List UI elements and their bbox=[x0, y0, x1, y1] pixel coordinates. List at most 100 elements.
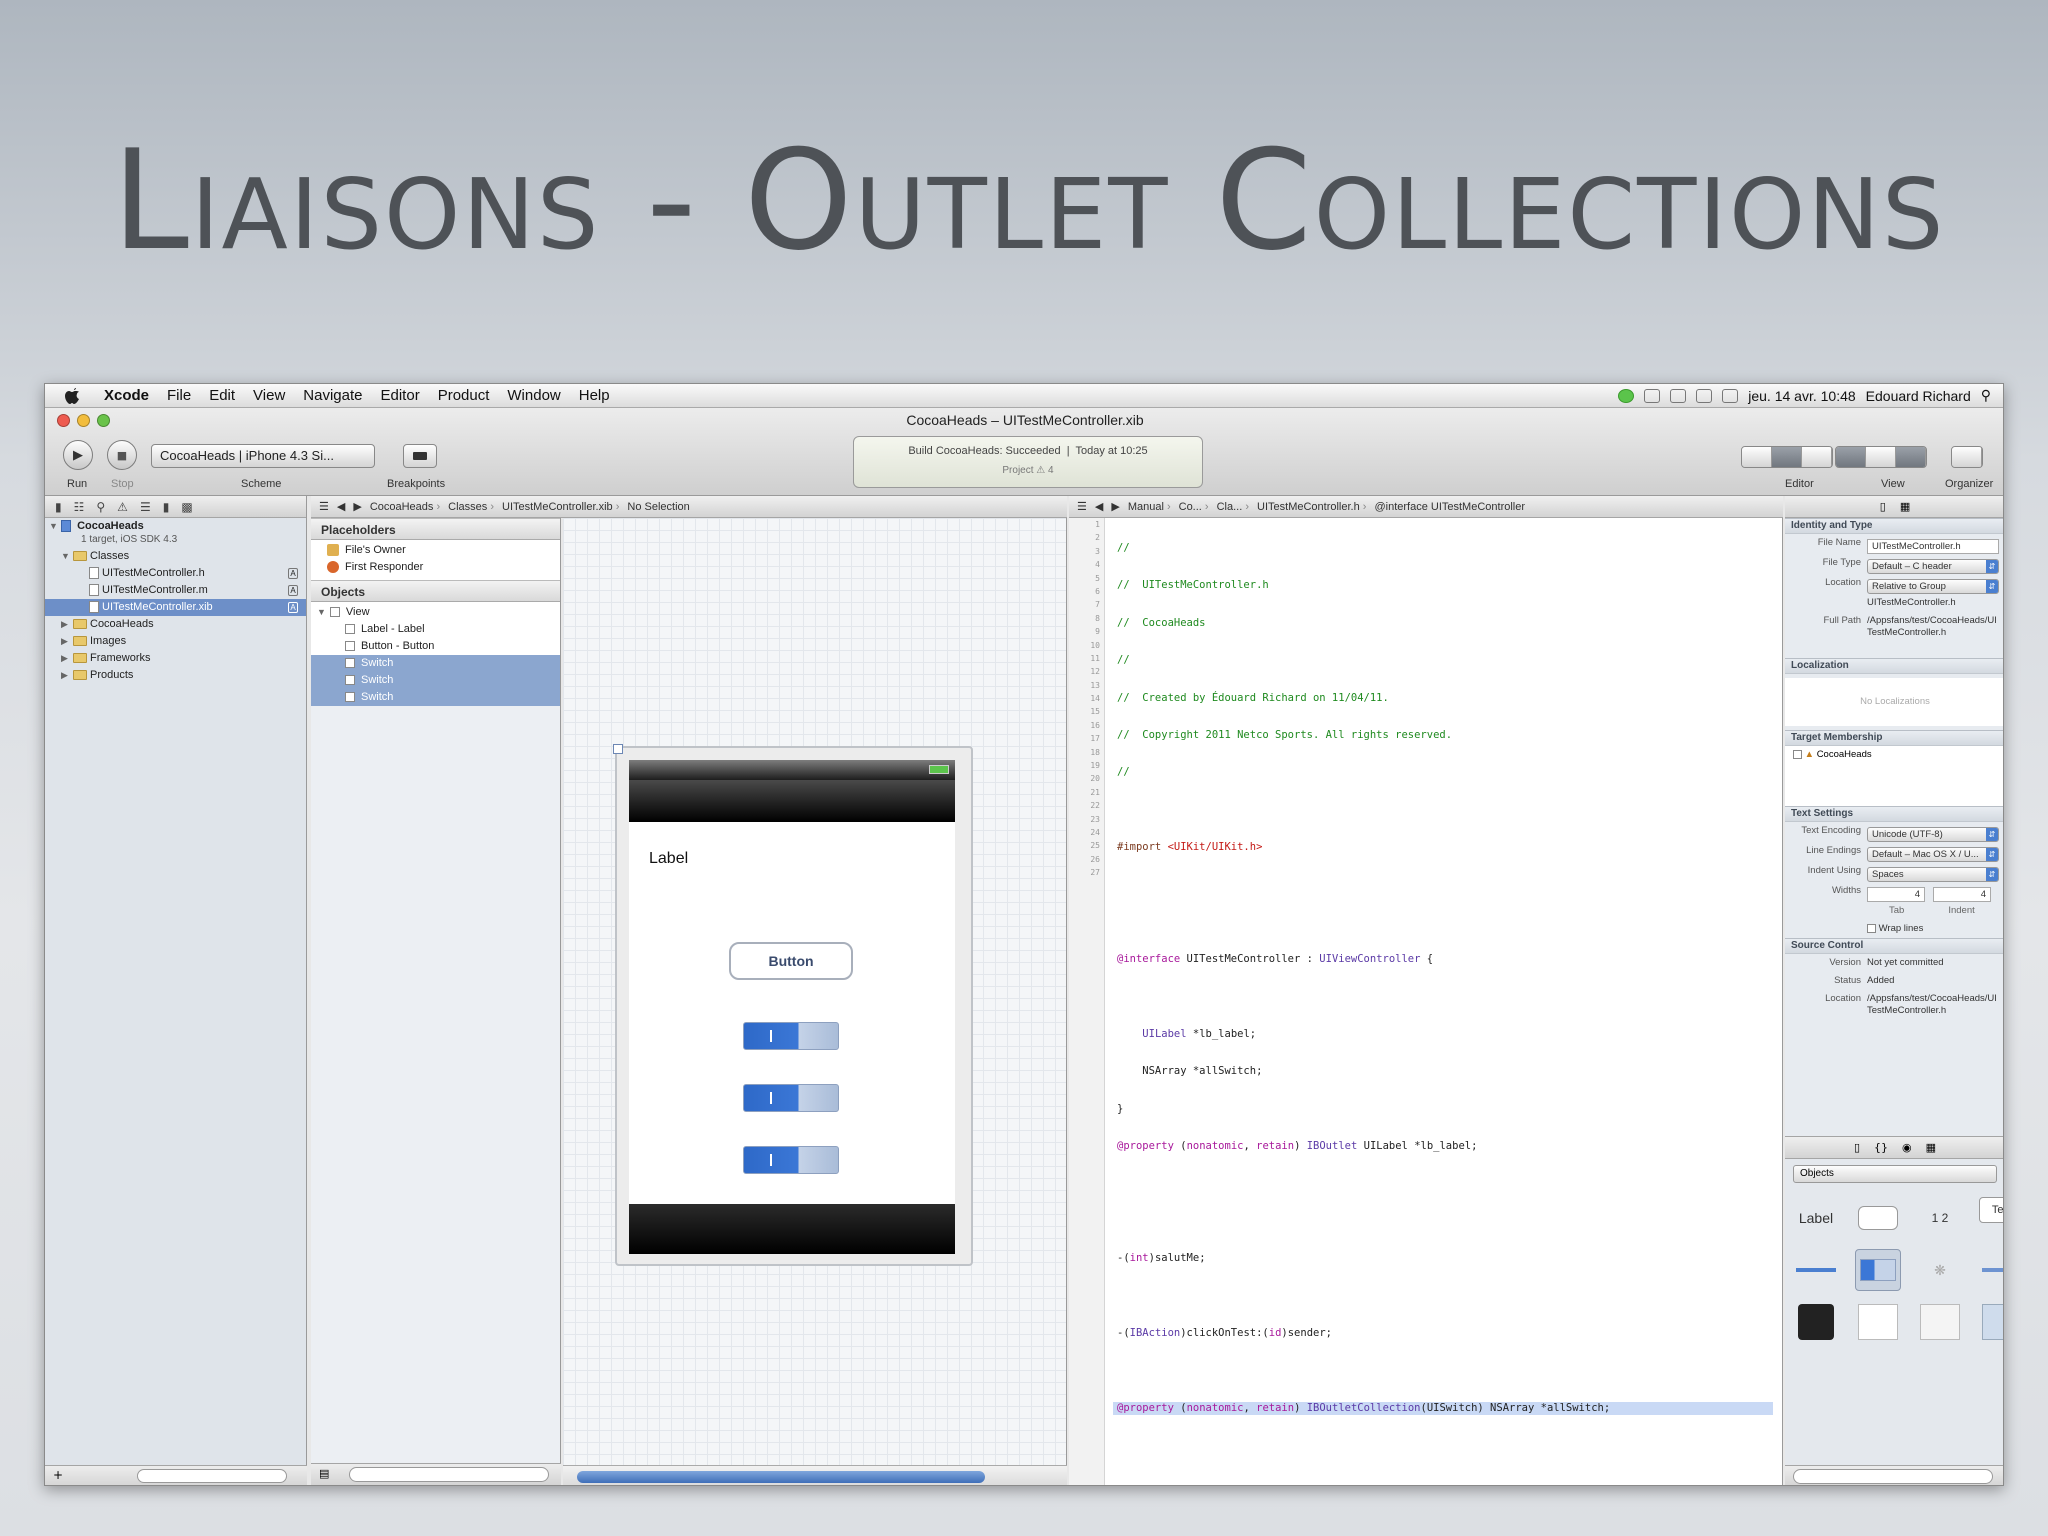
outline-button-item[interactable]: Button - Button bbox=[311, 638, 560, 655]
back-icon[interactable]: ◀ bbox=[337, 500, 345, 513]
warning-icon[interactable]: ⚠ bbox=[117, 500, 128, 514]
outline-search-field[interactable] bbox=[349, 1467, 549, 1482]
jump-crumb[interactable]: Cla... bbox=[1217, 501, 1249, 513]
wrap-lines-checkbox[interactable] bbox=[1867, 923, 1876, 933]
tree-file-selected[interactable]: UITestMeController.xib A bbox=[45, 599, 306, 616]
library-text-field[interactable]: Text bbox=[1979, 1197, 2003, 1223]
menu-editor[interactable]: Editor bbox=[372, 387, 429, 404]
file-type-popup[interactable]: Default – C header bbox=[1867, 559, 1999, 574]
status-ok-icon[interactable] bbox=[1618, 388, 1635, 403]
resize-handle[interactable] bbox=[613, 744, 623, 754]
menu-edit[interactable]: Edit bbox=[200, 387, 244, 404]
file-name-field[interactable]: UITestMeController.h bbox=[1867, 539, 1999, 554]
disclosure-icon[interactable]: ▼ bbox=[49, 520, 61, 533]
library-popup[interactable]: Objects bbox=[1793, 1165, 1997, 1183]
disclosure-icon[interactable]: ▶ bbox=[61, 616, 73, 633]
object-library-icon[interactable]: ◉ bbox=[1902, 1141, 1912, 1154]
encoding-popup[interactable]: Unicode (UTF-8) bbox=[1867, 827, 1999, 842]
mail-icon[interactable] bbox=[1670, 388, 1687, 403]
library-label-item[interactable]: Label bbox=[1793, 1197, 1839, 1239]
tree-group[interactable]: ▶ Products bbox=[45, 667, 306, 684]
organizer-button[interactable] bbox=[1951, 446, 1983, 468]
library-segmented-control[interactable]: 1 2 bbox=[1917, 1197, 1963, 1239]
library-page-control[interactable] bbox=[1793, 1301, 1839, 1343]
library-image-view[interactable] bbox=[1979, 1301, 2003, 1343]
outline-view[interactable]: ▼ View bbox=[311, 604, 560, 621]
library-switch[interactable] bbox=[1855, 1249, 1901, 1291]
menu-clock[interactable]: jeu. 14 avr. 10:48 bbox=[1748, 388, 1855, 404]
tree-file[interactable]: UITestMeController.m A bbox=[45, 582, 306, 599]
menu-view[interactable]: View bbox=[244, 387, 294, 404]
iphone-view-frame[interactable]: Label Button bbox=[613, 744, 973, 1266]
log-icon[interactable]: ☰ bbox=[140, 500, 151, 514]
filter-field[interactable] bbox=[136, 1468, 287, 1483]
apple-icon[interactable] bbox=[63, 387, 81, 405]
tree-file[interactable]: UITestMeController.h A bbox=[45, 565, 306, 582]
spotlight-icon[interactable]: ⚲ bbox=[1981, 387, 1991, 404]
search-icon[interactable]: ⚲ bbox=[96, 500, 105, 514]
library-progress-view[interactable] bbox=[1979, 1249, 2003, 1291]
menu-user[interactable]: Edouard Richard bbox=[1866, 388, 1971, 404]
target-checkbox[interactable] bbox=[1793, 749, 1802, 759]
disclosure-icon[interactable]: ▶ bbox=[61, 650, 73, 667]
stop-button[interactable]: ■ bbox=[107, 440, 137, 470]
display-icon[interactable] bbox=[1644, 388, 1661, 403]
outline-switch-item[interactable]: Switch bbox=[311, 689, 560, 706]
symbol-icon[interactable]: ☷ bbox=[74, 500, 85, 514]
disclosure-icon[interactable]: ▼ bbox=[61, 548, 73, 565]
identity-type-header[interactable]: Identity and Type bbox=[1785, 518, 2003, 534]
library-slider[interactable] bbox=[1793, 1249, 1839, 1291]
menu-product[interactable]: Product bbox=[429, 387, 499, 404]
project-issues[interactable]: Project ⚠ 4 bbox=[854, 465, 1202, 476]
view-segment[interactable] bbox=[1835, 446, 1927, 468]
related-files-icon[interactable]: ☰ bbox=[1077, 500, 1087, 513]
quick-help-icon[interactable]: ▦ bbox=[1900, 500, 1910, 513]
file-template-icon[interactable]: ▯ bbox=[1854, 1141, 1860, 1154]
disclosure-icon[interactable]: ▶ bbox=[61, 667, 73, 684]
library-table-view[interactable] bbox=[1855, 1301, 1901, 1343]
ui-switch[interactable] bbox=[743, 1084, 839, 1112]
volume-icon[interactable] bbox=[1722, 388, 1739, 403]
outline-first-responder[interactable]: First Responder bbox=[311, 559, 560, 576]
disclosure-icon[interactable]: ▼ bbox=[317, 607, 326, 617]
tab-width-field[interactable]: 4 bbox=[1867, 887, 1925, 902]
jump-crumb[interactable]: Co... bbox=[1179, 501, 1209, 513]
jump-crumb[interactable]: Manual bbox=[1128, 501, 1171, 513]
file-inspector-icon[interactable]: ▯ bbox=[1880, 500, 1886, 513]
menu-app-name[interactable]: Xcode bbox=[95, 387, 158, 404]
editor-mode-segment[interactable] bbox=[1741, 446, 1833, 468]
media-library-icon[interactable]: ▦ bbox=[1926, 1141, 1936, 1154]
menu-navigate[interactable]: Navigate bbox=[294, 387, 371, 404]
jump-crumb[interactable]: UITestMeController.xib bbox=[502, 501, 619, 513]
related-files-icon[interactable]: ☰ bbox=[319, 500, 329, 513]
scheme-popup[interactable]: CocoaHeads | iPhone 4.3 Si... bbox=[151, 444, 375, 468]
ui-label[interactable]: Label bbox=[649, 850, 688, 868]
outline-switch-item[interactable]: Switch bbox=[311, 672, 560, 689]
outline-label-item[interactable]: Label - Label bbox=[311, 621, 560, 638]
tree-group[interactable]: ▶ Frameworks bbox=[45, 650, 306, 667]
objects-header[interactable]: Objects bbox=[311, 580, 560, 602]
debug-icon[interactable]: ▩ bbox=[181, 500, 192, 514]
ui-switch[interactable] bbox=[743, 1022, 839, 1050]
code-text[interactable]: // // UITestMeController.h // CocoaHeads… bbox=[1113, 518, 1773, 1485]
text-settings-header[interactable]: Text Settings bbox=[1785, 806, 2003, 822]
library-search-field[interactable] bbox=[1793, 1469, 1993, 1484]
library-round-rect-button[interactable] bbox=[1855, 1197, 1901, 1239]
menu-file[interactable]: File bbox=[158, 387, 200, 404]
forward-icon[interactable]: ▶ bbox=[1111, 500, 1119, 513]
tree-group[interactable]: ▶ CocoaHeads bbox=[45, 616, 306, 633]
add-icon[interactable]: + bbox=[53, 1468, 63, 1482]
outline-switch-item[interactable]: Switch bbox=[311, 655, 560, 672]
target-membership-header[interactable]: Target Membership bbox=[1785, 730, 2003, 746]
library-activity-indicator-icon[interactable]: ❋ bbox=[1917, 1249, 1963, 1291]
outline-files-owner[interactable]: File's Owner bbox=[311, 542, 560, 559]
back-icon[interactable]: ◀ bbox=[1095, 500, 1103, 513]
menu-help[interactable]: Help bbox=[570, 387, 619, 404]
indent-width-field[interactable]: 4 bbox=[1933, 887, 1991, 902]
scroll-thumb[interactable] bbox=[577, 1471, 985, 1483]
jump-crumb[interactable]: @interface UITestMeController bbox=[1374, 501, 1525, 513]
location-popup[interactable]: Relative to Group bbox=[1867, 579, 1999, 594]
library-table-cell[interactable] bbox=[1917, 1301, 1963, 1343]
forward-icon[interactable]: ▶ bbox=[353, 500, 361, 513]
line-endings-popup[interactable]: Default – Mac OS X / U... bbox=[1867, 847, 1999, 862]
